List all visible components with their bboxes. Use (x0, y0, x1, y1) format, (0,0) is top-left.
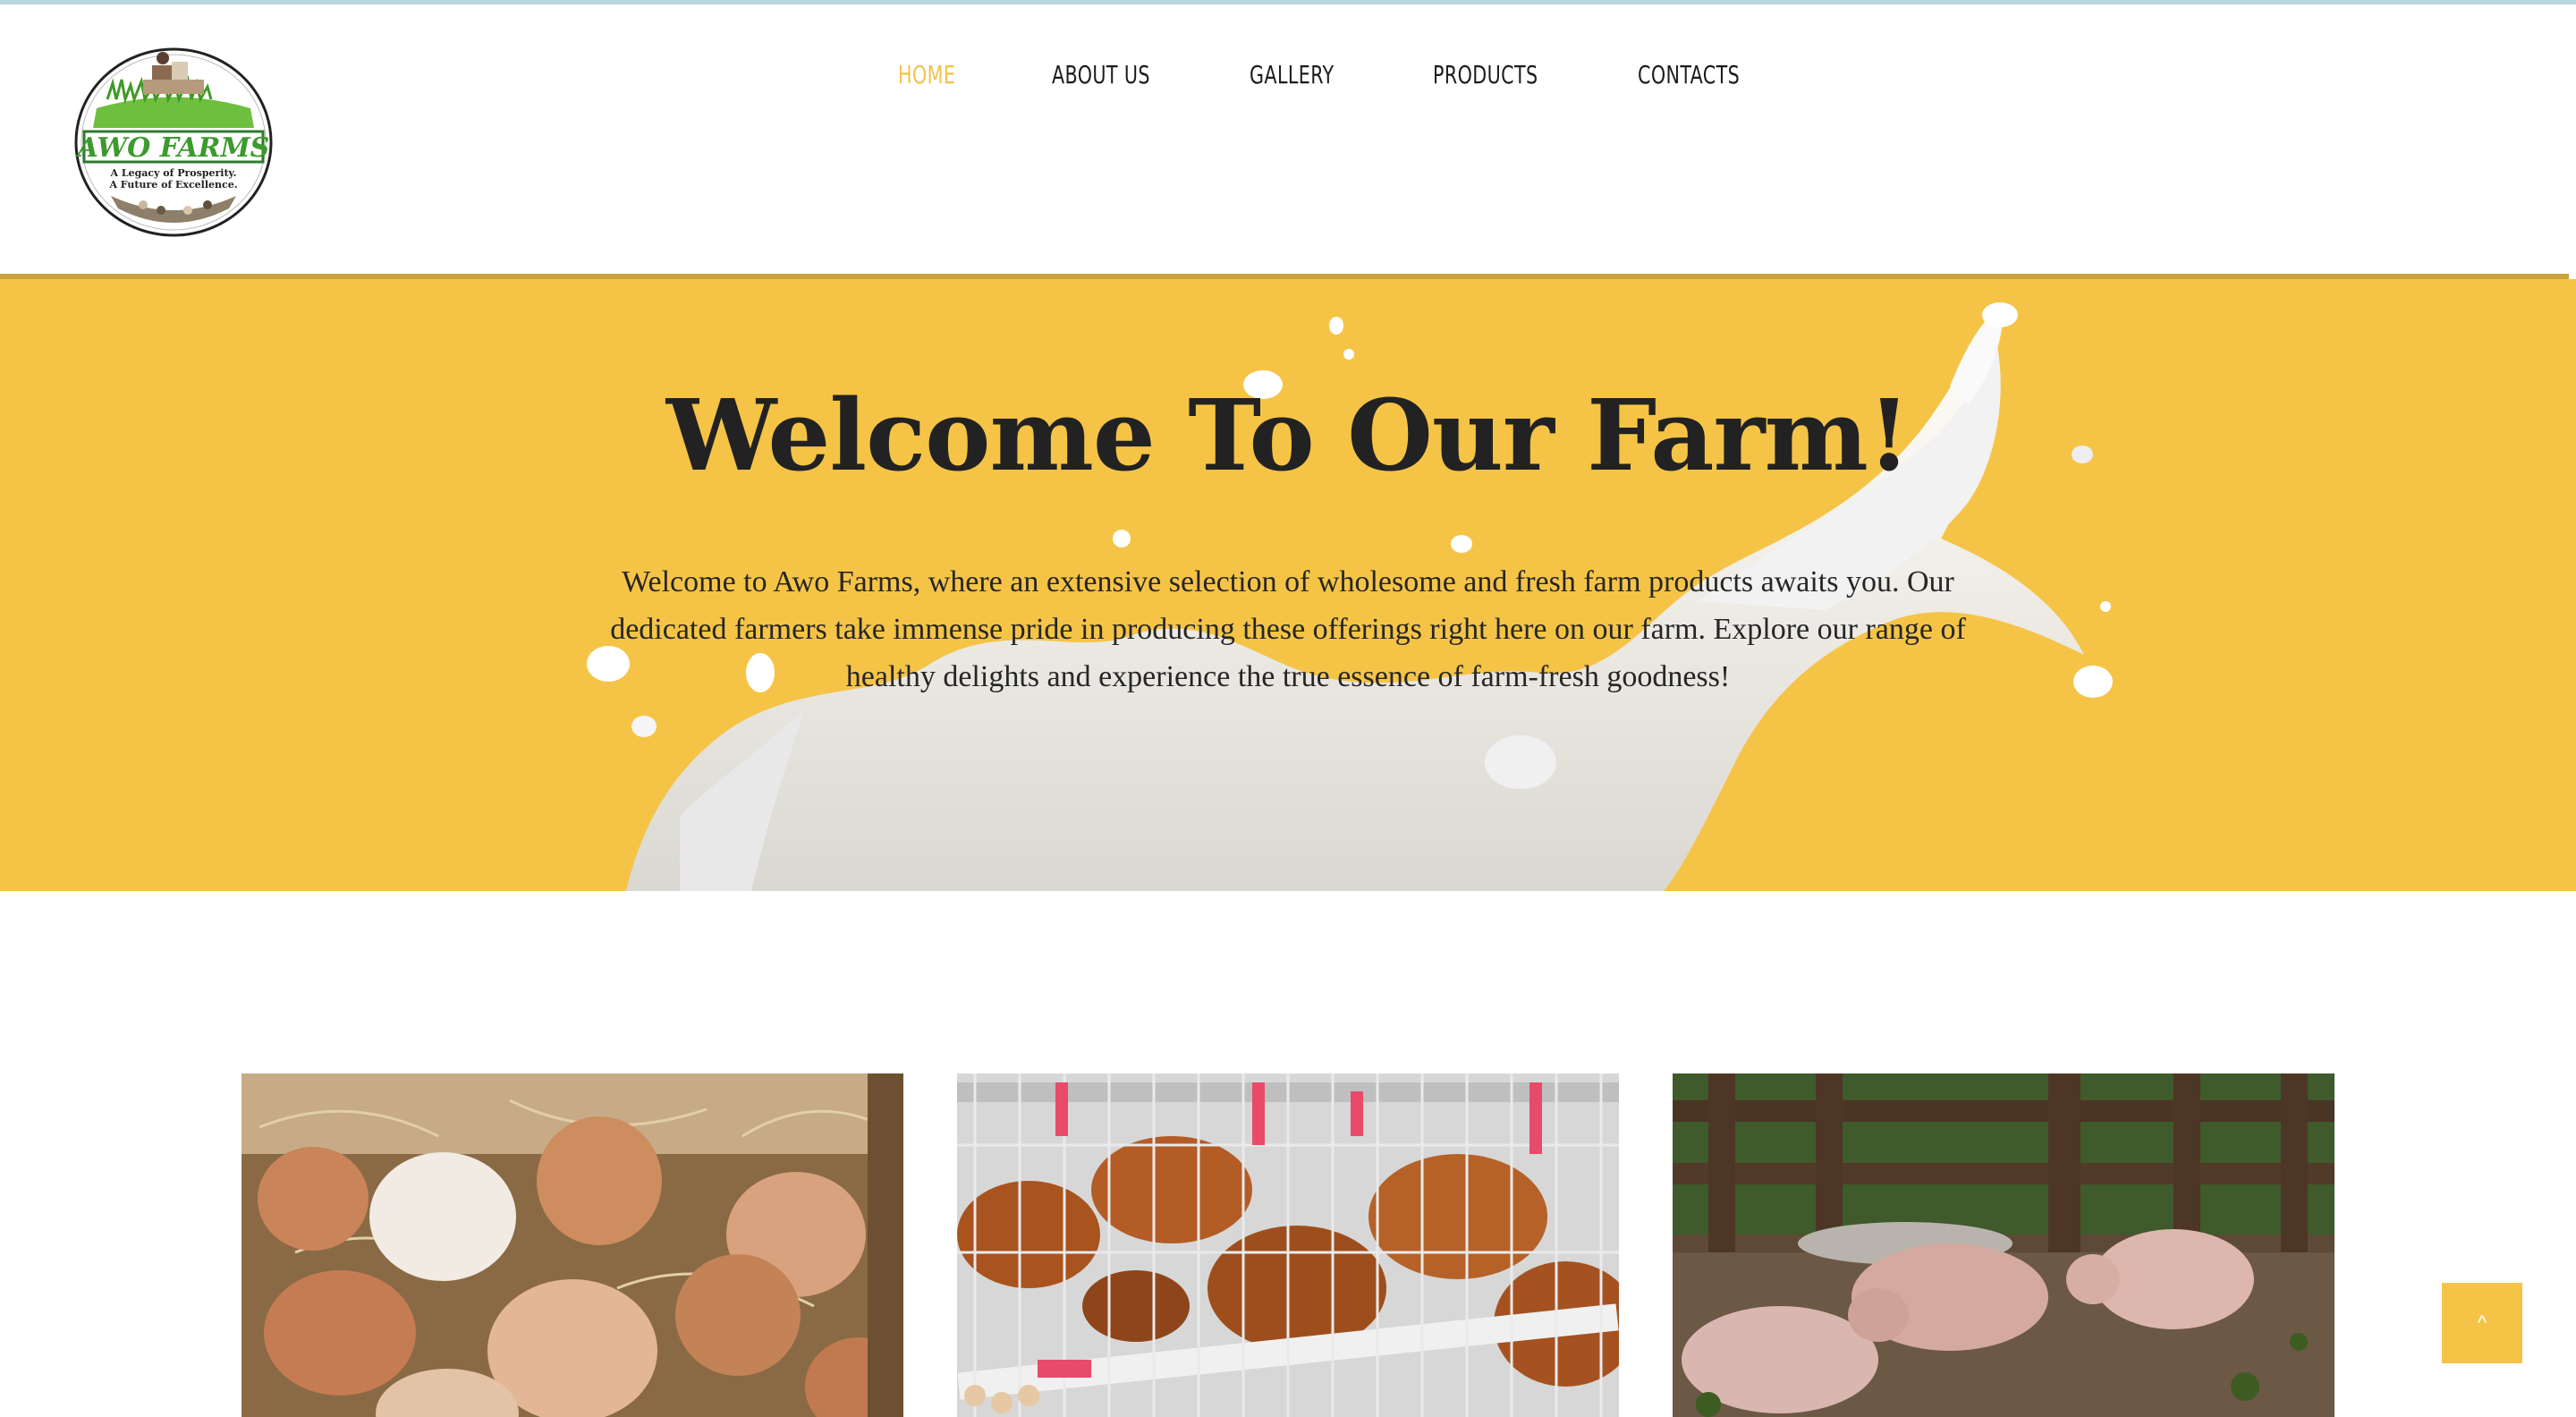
hero-description: Welcome to Awo Farms, where an extensive… (610, 565, 1966, 693)
chevron-up-icon: ^ (2477, 1311, 2487, 1334)
nav-home[interactable]: HOME (898, 60, 955, 89)
nav-gallery[interactable]: GALLERY (1250, 60, 1335, 89)
card-piglets-image[interactable] (1673, 1073, 2334, 1417)
svg-text:A Legacy of Prosperity.: A Legacy of Prosperity. (109, 167, 236, 179)
nav-contacts[interactable]: CONTACTS (1638, 60, 1740, 89)
card-eggs-image[interactable] (242, 1073, 903, 1417)
product-cards (0, 1073, 2576, 1417)
main-nav: HOME ABOUT US GALLERY PRODUCTS CONTACTS (0, 60, 2576, 105)
hero-title: Welcome To Our Farm! (665, 378, 1911, 493)
nav-about-us[interactable]: ABOUT US (1052, 60, 1150, 89)
logo-wordmark: AWO FARMS (75, 132, 270, 164)
nav-products[interactable]: PRODUCTS (1433, 60, 1538, 89)
svg-text:A Future of Excellence.: A Future of Excellence. (108, 179, 237, 191)
hero-banner: Welcome To Our Farm! Welcome to Awo Farm… (0, 279, 2576, 891)
back-to-top-button[interactable]: ^ (2442, 1283, 2522, 1363)
card-hens-image[interactable] (957, 1073, 1619, 1417)
site-header: AWO FARMS A Legacy of Prosperity. A Futu… (0, 4, 2576, 275)
